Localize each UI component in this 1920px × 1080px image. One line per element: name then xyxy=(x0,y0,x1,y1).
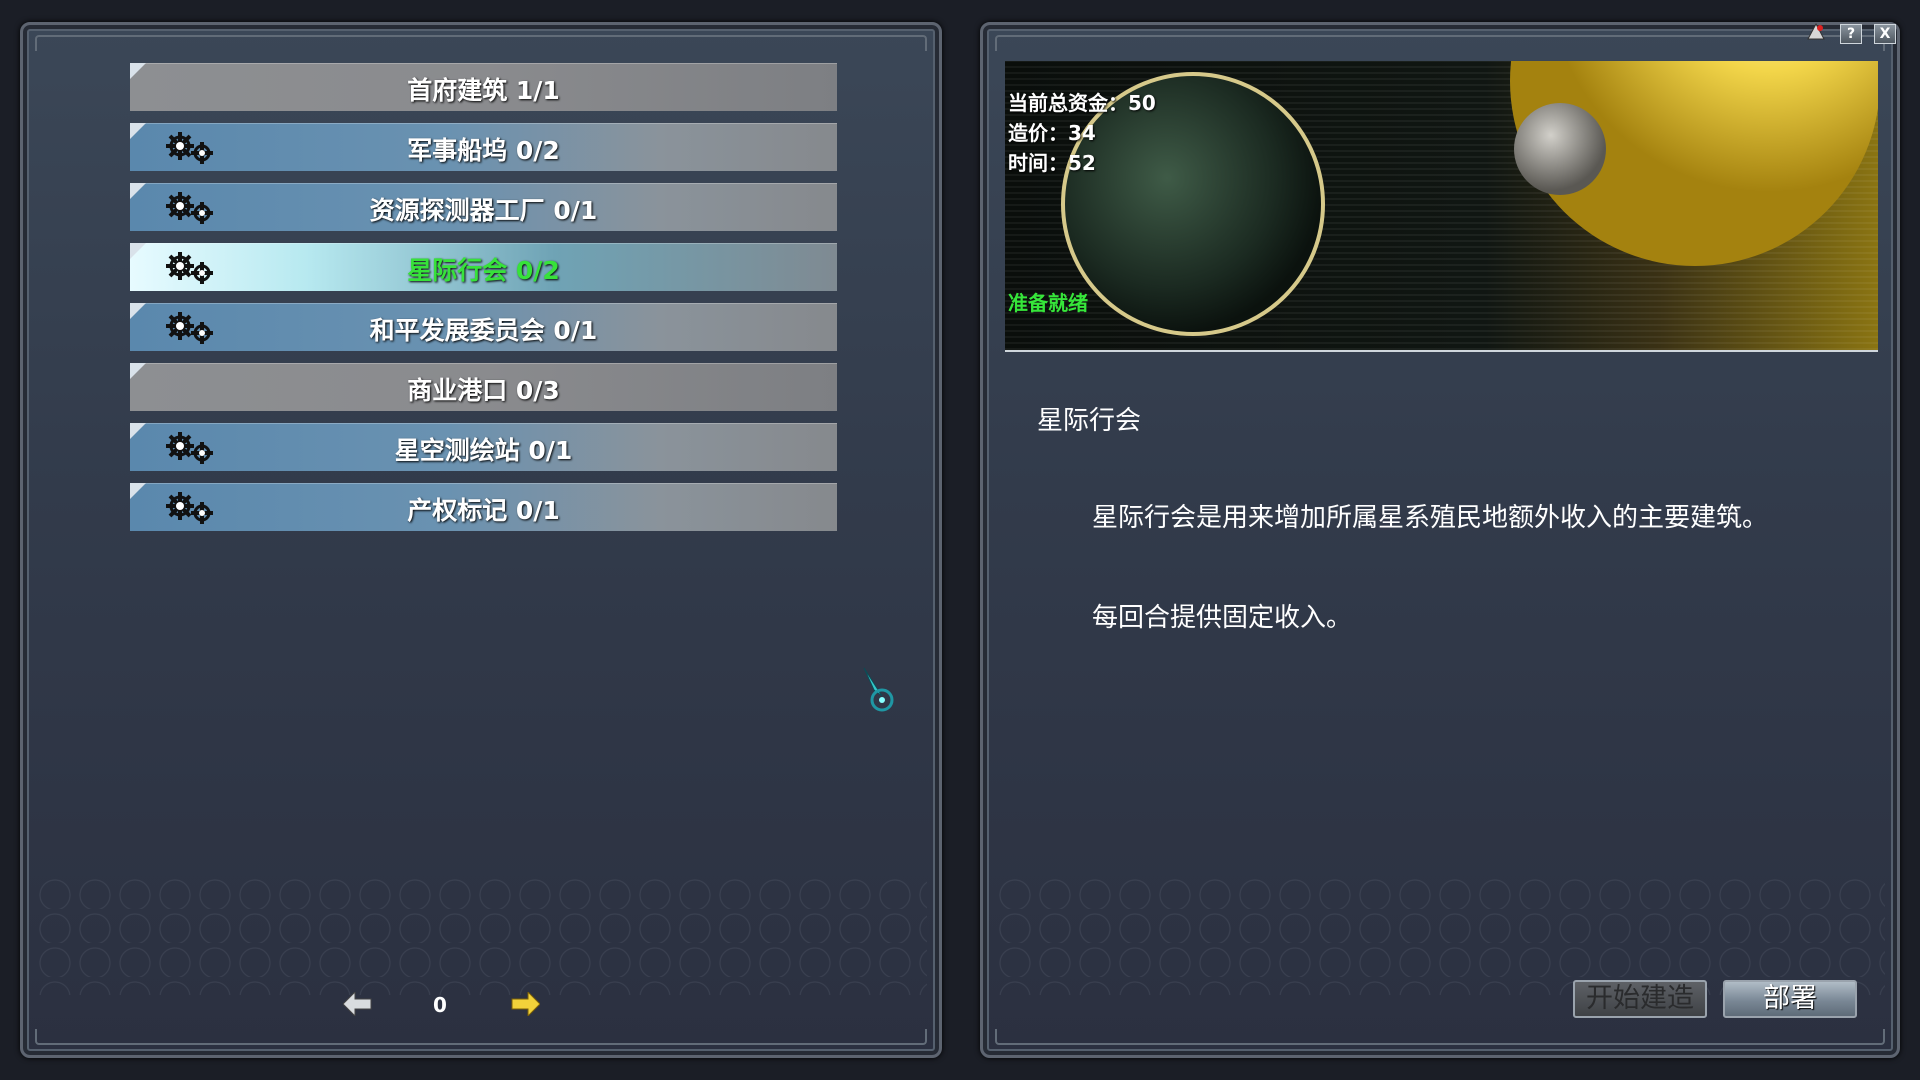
alert-icon[interactable] xyxy=(1806,22,1826,42)
building-row-interstellar-guild[interactable]: 星际行会 0/2 xyxy=(130,243,837,291)
status-text: 准备就绪 xyxy=(1008,291,1088,315)
pointer-cursor-icon xyxy=(863,667,894,712)
building-label: 星际行会 0/2 xyxy=(407,256,560,285)
building-label: 商业港口 0/3 xyxy=(407,376,560,405)
building-label: 和平发展委员会 0/1 xyxy=(369,316,598,345)
stats-block: 当前总资金：50 造价：34 时间：52 xyxy=(1008,88,1156,178)
building-row-peace-committee[interactable]: 和平发展委员会 0/1 xyxy=(130,303,837,351)
building-label: 星空测绘站 0/1 xyxy=(394,436,573,465)
description-line: 星际行会是用来增加所属星系殖民地额外收入的主要建筑。 xyxy=(1092,503,1769,533)
total-funds: 当前总资金：50 xyxy=(1008,91,1156,115)
hex-pattern xyxy=(995,875,1885,995)
building-row-military-dock[interactable]: 军事船坞 0/2 xyxy=(130,123,837,171)
building-list: 首府建筑 1/1 军事船坞 0/2 资源探测器工厂 0/1 星际行会 0/2 和… xyxy=(130,63,837,543)
building-row-star-survey-station[interactable]: 星空测绘站 0/1 xyxy=(130,423,837,471)
deploy-button[interactable]: 部署 xyxy=(1723,980,1857,1018)
start-build-button[interactable]: 开始建造 xyxy=(1573,980,1707,1018)
build-time: 时间：52 xyxy=(1008,151,1096,175)
building-row-property-marker[interactable]: 产权标记 0/1 xyxy=(130,483,837,531)
next-page-arrow-icon[interactable] xyxy=(510,992,540,1016)
prev-page-arrow-icon[interactable] xyxy=(343,992,373,1016)
building-row-commercial-port[interactable]: 商业港口 0/3 xyxy=(130,363,837,411)
building-label: 首府建筑 1/1 xyxy=(407,76,560,105)
close-button[interactable]: X xyxy=(1874,24,1896,44)
help-button[interactable]: ? xyxy=(1840,24,1862,44)
building-label: 产权标记 0/1 xyxy=(407,496,560,525)
building-row-resource-probe-factory[interactable]: 资源探测器工厂 0/1 xyxy=(130,183,837,231)
page-number: 0 xyxy=(433,993,447,1017)
building-row-capital[interactable]: 首府建筑 1/1 xyxy=(130,63,837,111)
building-label: 资源探测器工厂 0/1 xyxy=(369,196,598,225)
building-label: 军事船坞 0/2 xyxy=(407,136,560,165)
description-line: 每回合提供固定收入。 xyxy=(1092,603,1353,633)
build-cost: 造价：34 xyxy=(1008,121,1096,145)
detail-title: 星际行会 xyxy=(1037,406,1142,436)
hex-pattern xyxy=(35,875,927,995)
